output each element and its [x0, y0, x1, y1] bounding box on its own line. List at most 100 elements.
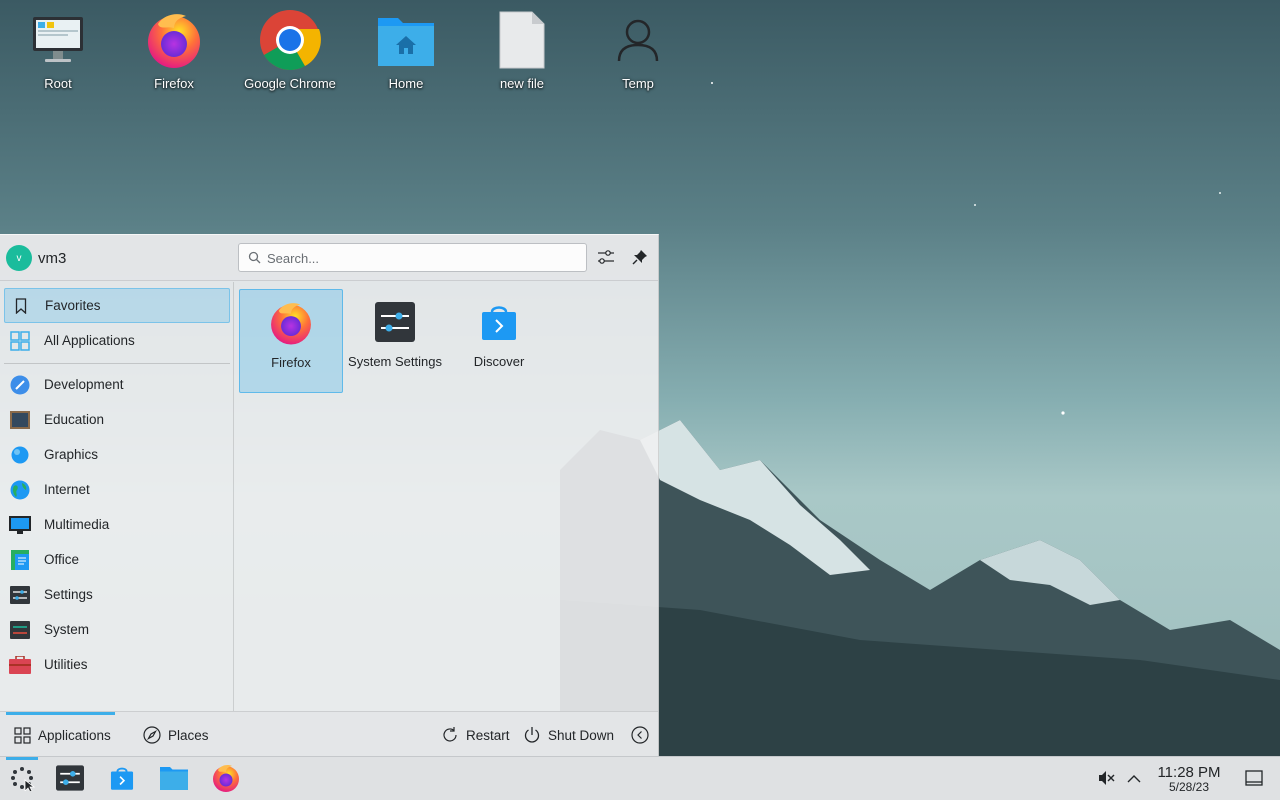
- tab-places[interactable]: Places: [142, 712, 209, 758]
- sidebar-item-all-applications[interactable]: All Applications: [4, 323, 230, 358]
- sidebar-item-education[interactable]: Education: [4, 402, 230, 437]
- system-icon: [9, 619, 31, 641]
- discover-icon: [109, 764, 135, 795]
- avatar[interactable]: v: [6, 245, 32, 271]
- username: vm3: [38, 250, 67, 267]
- leave-menu-button[interactable]: [630, 712, 656, 758]
- configure-button[interactable]: [594, 246, 618, 270]
- launcher-header: v vm3: [0, 235, 658, 281]
- clock-time[interactable]: 11:28 PM: [1148, 764, 1230, 781]
- sidebar-item-favorites[interactable]: Favorites: [4, 288, 230, 323]
- launcher-icon: [9, 765, 36, 794]
- taskbar-file-manager[interactable]: [156, 761, 192, 797]
- category-sidebar: Favorites All Applications Development E…: [0, 282, 234, 711]
- taskbar-system-settings[interactable]: [52, 761, 88, 797]
- desktop-icon-label: Firefox: [154, 76, 194, 91]
- desktop-icon-label: Temp: [622, 76, 654, 91]
- taskbar-application-launcher[interactable]: [4, 757, 40, 797]
- computer-icon: [26, 8, 90, 72]
- chevron-left-circle-icon: [630, 725, 650, 745]
- sidebar-item-multimedia[interactable]: Multimedia: [4, 507, 230, 542]
- desktop-icon-label: Home: [388, 76, 424, 91]
- tab-label: Places: [168, 727, 209, 743]
- clock-date[interactable]: 5/28/23: [1148, 780, 1230, 794]
- chevron-up-icon: [1127, 772, 1141, 787]
- sidebar-item-label: All Applications: [44, 333, 135, 348]
- utilities-toolbox-icon: [9, 654, 31, 676]
- chrome-icon: [258, 8, 322, 72]
- office-icon: [9, 549, 31, 571]
- discover-icon: [476, 299, 522, 345]
- shutdown-button[interactable]: Shut Down: [522, 712, 614, 758]
- firefox-icon: [268, 300, 314, 346]
- search-input[interactable]: [267, 248, 577, 268]
- folder-icon: [159, 765, 189, 794]
- favorite-app-firefox[interactable]: Firefox: [239, 289, 343, 393]
- system-settings-icon: [56, 764, 84, 794]
- desktop-icon-new-file[interactable]: new file: [464, 8, 580, 100]
- restart-icon: [440, 725, 460, 745]
- sidebar-item-label: Favorites: [45, 298, 101, 313]
- sidebar-item-settings[interactable]: Settings: [4, 577, 230, 612]
- sidebar-item-label: Multimedia: [44, 517, 110, 532]
- desktop-icon-firefox[interactable]: Firefox: [116, 8, 232, 100]
- internet-globe-icon: [9, 479, 31, 501]
- sidebar-item-label: Office: [44, 552, 80, 567]
- show-desktop-icon: [1245, 769, 1263, 789]
- sidebar-item-utilities[interactable]: Utilities: [4, 647, 230, 682]
- file-icon: [490, 8, 554, 72]
- desktop-icon-home[interactable]: Home: [348, 8, 464, 100]
- favorite-app-label: System Settings: [348, 354, 442, 369]
- search-icon: [248, 251, 261, 267]
- sidebar-item-label: Development: [44, 377, 124, 392]
- user-icon: [606, 8, 670, 72]
- sidebar-item-office[interactable]: Office: [4, 542, 230, 577]
- restart-button[interactable]: Restart: [440, 712, 510, 758]
- tab-label: Applications: [38, 727, 111, 743]
- favorite-app-label: Firefox: [271, 355, 311, 370]
- launcher-footer: Applications Places Restart Shut Down: [0, 711, 658, 757]
- tray-expand-button[interactable]: [1116, 761, 1152, 797]
- application-launcher-menu: v vm3 Search... Favorites All Applicatio…: [0, 234, 659, 757]
- desktop-icon-root[interactable]: Root: [0, 8, 116, 100]
- desktop-icon-google-chrome[interactable]: Google Chrome: [232, 8, 348, 100]
- volume-muted-icon: [1097, 769, 1115, 790]
- sidebar-item-graphics[interactable]: Graphics: [4, 437, 230, 472]
- grid-apps-icon: [9, 330, 31, 352]
- favorite-app-label: Discover: [473, 354, 525, 369]
- pin-button[interactable]: [628, 246, 652, 270]
- tab-applications[interactable]: Applications: [6, 712, 115, 758]
- taskbar-discover[interactable]: [104, 761, 140, 797]
- home-folder-icon: [374, 8, 438, 72]
- sliders-icon: [597, 249, 615, 268]
- compass-icon: [142, 725, 162, 745]
- sidebar-item-label: System: [44, 622, 90, 637]
- favorites-grid: Firefox System Settings Discover: [235, 282, 658, 711]
- show-desktop-button[interactable]: [1236, 761, 1272, 797]
- firefox-icon: [142, 8, 206, 72]
- sidebar-item-system[interactable]: System: [4, 612, 230, 647]
- bookmark-icon: [10, 295, 32, 317]
- search-box[interactable]: [238, 243, 587, 272]
- desktop-icon-label: Root: [44, 76, 72, 91]
- education-icon: [9, 409, 31, 431]
- favorite-app-discover[interactable]: Discover: [447, 289, 551, 393]
- desktop-icon-label: new file: [499, 76, 545, 91]
- sidebar-item-label: Education: [44, 412, 105, 427]
- sidebar-item-label: Internet: [44, 482, 90, 497]
- graphics-icon: [9, 444, 31, 466]
- desktop-icon-temp[interactable]: Temp: [580, 8, 696, 100]
- multimedia-icon: [9, 514, 31, 536]
- taskbar-firefox[interactable]: [208, 761, 244, 797]
- favorite-app-system-settings[interactable]: System Settings: [343, 289, 447, 393]
- pin-icon: [632, 249, 648, 268]
- development-icon: [9, 374, 31, 396]
- restart-label: Restart: [466, 727, 510, 743]
- system-settings-icon: [372, 299, 418, 345]
- sidebar-item-label: Utilities: [44, 657, 88, 672]
- desktop-icon-label: Google Chrome: [244, 76, 336, 91]
- sidebar-item-development[interactable]: Development: [4, 367, 230, 402]
- shutdown-label: Shut Down: [548, 727, 615, 743]
- sidebar-item-label: Graphics: [44, 447, 99, 462]
- sidebar-item-internet[interactable]: Internet: [4, 472, 230, 507]
